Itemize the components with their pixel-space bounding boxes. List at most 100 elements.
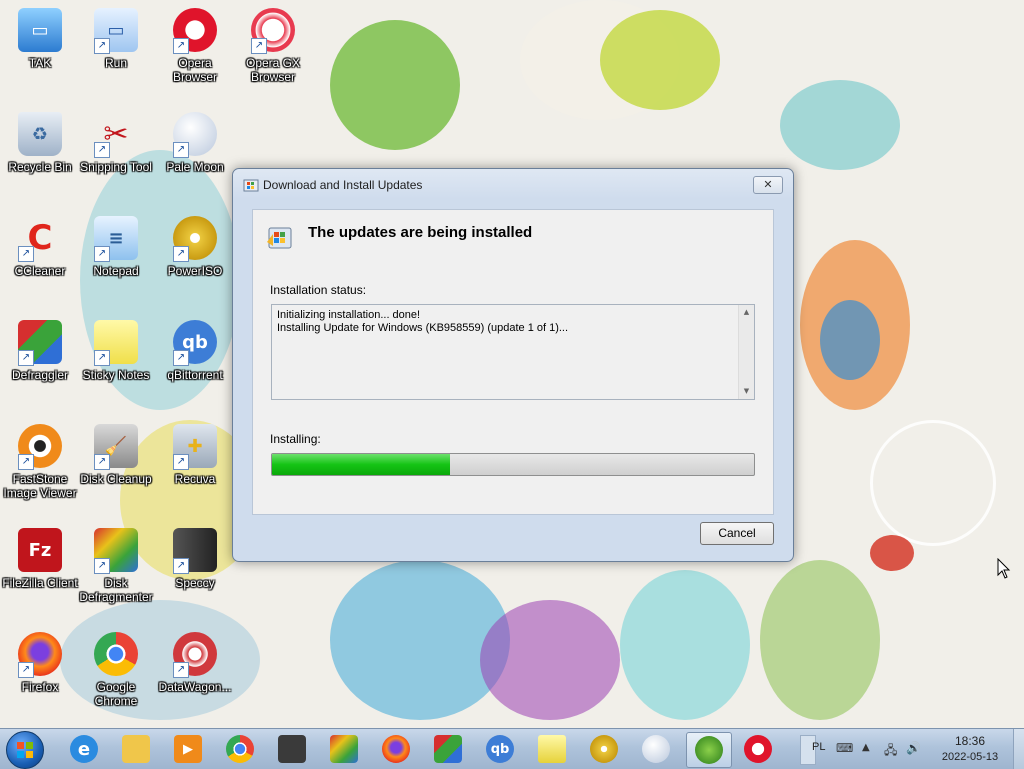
show-hidden-icons-icon[interactable]: ▲ (862, 742, 870, 753)
keyboard-icon[interactable]: ⌨ (836, 741, 853, 755)
shortcut-arrow-icon: ↗ (173, 350, 189, 366)
desktop-icon-google-chrome[interactable]: Google Chrome (78, 632, 154, 708)
filezilla-icon: Fz (18, 528, 62, 572)
windows-update-icon (243, 179, 259, 192)
desktop-icon-defraggler[interactable]: ↗ Defraggler (2, 320, 78, 382)
desktop-icon-sticky-notes[interactable]: ↗ Sticky Notes (78, 320, 154, 382)
scissors-icon: ✂ ↗ (94, 112, 138, 158)
datawagon-icon: ↗ (173, 632, 217, 678)
desktop-icon-run[interactable]: ▭ ↗ Run (78, 8, 154, 70)
desktop-icon-speccy[interactable]: ↗ Speccy (157, 528, 233, 590)
show-desktop-button[interactable] (1013, 729, 1024, 769)
taskbar-media-player[interactable]: ▶ (168, 732, 208, 766)
windows-update-icon (695, 736, 723, 764)
desktop-icon-opera-gx[interactable]: ↗ Opera GX Browser (235, 8, 311, 84)
taskbar-poweriso[interactable] (584, 732, 624, 766)
installation-status-box[interactable]: Initializing installation... done! Insta… (271, 304, 755, 400)
chrome-icon (94, 632, 138, 676)
network-icon[interactable]: 🖧 (884, 741, 897, 762)
sticky-notes-icon (538, 735, 566, 763)
speccy-icon: ↗ (173, 528, 217, 574)
language-indicator[interactable]: PL (812, 741, 825, 753)
desktop-icon-opera-browser[interactable]: ↗ Opera Browser (157, 8, 233, 84)
scroll-down-icon[interactable]: ▼ (739, 384, 754, 399)
shortcut-arrow-icon: ↗ (18, 454, 34, 470)
taskbar-chrome[interactable] (220, 732, 260, 766)
desktop-icon-disk-cleanup[interactable]: 🧹 ↗ Disk Cleanup (78, 424, 154, 486)
shortcut-arrow-icon: ↗ (173, 454, 189, 470)
desktop-icon-tak[interactable]: ▭ TAK (2, 8, 78, 70)
close-icon: ✕ (763, 178, 773, 191)
desktop-icon-notepad[interactable]: ≡ ↗ Notepad (78, 216, 154, 278)
desktop-icon-recycle-bin[interactable]: ♻ Recycle Bin (2, 112, 78, 174)
taskbar-speccy[interactable] (272, 732, 312, 766)
notepad-icon: ≡ ↗ (94, 216, 138, 262)
desktop-icon-qbittorrent[interactable]: qb ↗ qBittorrent (157, 320, 233, 382)
start-button[interactable] (6, 731, 44, 769)
dialog-titlebar[interactable]: Download and Install Updates ✕ (233, 169, 793, 201)
desktop-icon-firefox[interactable]: ↗ Firefox (2, 632, 78, 694)
shortcut-arrow-icon: ↗ (173, 142, 189, 158)
desktop-icon-poweriso[interactable]: ↗ PowerISO (157, 216, 233, 278)
recuva-icon: ✚ ↗ (173, 424, 217, 470)
taskbar: e ▶ qb PL ⌨ ▲ 🖧 🔊 18:36 2022-05-13 (0, 728, 1024, 769)
shortcut-arrow-icon: ↗ (94, 246, 110, 262)
disk-defragmenter-icon (330, 735, 358, 763)
volume-icon[interactable]: 🔊 (906, 741, 921, 755)
taskbar-qbittorrent[interactable]: qb (480, 732, 520, 766)
clock-time[interactable]: 18:36 (950, 734, 990, 748)
defraggler-icon (434, 735, 462, 763)
taskbar-pale-moon[interactable] (636, 732, 676, 766)
shortcut-arrow-icon: ↗ (173, 246, 189, 262)
taskbar-opera[interactable] (738, 732, 778, 766)
windows-logo-icon (17, 742, 33, 758)
desktop-icon-datawagon[interactable]: ↗ DataWagon... (157, 632, 233, 694)
desktop-icon-ccleaner[interactable]: C ↗ CCleaner (2, 216, 78, 278)
disk-defragmenter-icon: ↗ (94, 528, 138, 574)
taskbar-file-explorer[interactable] (116, 732, 156, 766)
taskbar-firefox[interactable] (376, 732, 416, 766)
dialog-content: The updates are being installed Installa… (252, 209, 774, 515)
poweriso-icon: ↗ (173, 216, 217, 262)
desktop-icon-filezilla[interactable]: Fz FileZilla Client (2, 528, 78, 590)
cancel-button[interactable]: Cancel (700, 522, 774, 545)
opera-icon: ↗ (173, 8, 217, 54)
shortcut-arrow-icon: ↗ (94, 142, 110, 158)
taskbar-sticky-notes[interactable] (532, 732, 572, 766)
eye-icon: ↗ (18, 424, 62, 470)
pale-moon-icon: ↗ (173, 112, 217, 158)
dialog-heading: The updates are being installed (308, 224, 533, 241)
shortcut-arrow-icon: ↗ (173, 662, 189, 678)
desktop-icon-disk-defragmenter[interactable]: ↗ Disk Defragmenter (78, 528, 154, 604)
qbittorrent-icon: qb (486, 735, 514, 763)
desktop-icon-snipping-tool[interactable]: ✂ ↗ Snipping Tool (78, 112, 154, 175)
desktop-icon-pale-moon[interactable]: ↗ Pale Moon (157, 112, 233, 174)
update-dialog: Download and Install Updates ✕ The updat… (232, 168, 794, 562)
taskbar-disk-defragmenter[interactable] (324, 732, 364, 766)
chrome-icon (226, 735, 254, 763)
close-button[interactable]: ✕ (753, 176, 783, 194)
desktop-icon-recuva[interactable]: ✚ ↗ Recuva (157, 424, 233, 486)
computer-icon: ▭ (18, 8, 62, 52)
sticky-notes-icon: ↗ (94, 320, 138, 366)
scroll-up-icon[interactable]: ▲ (739, 305, 754, 320)
clock-date[interactable]: 2022-05-13 (935, 751, 1005, 763)
status-line: Installing Update for Windows (KB958559)… (277, 322, 569, 334)
opera-gx-icon: ↗ (251, 8, 295, 54)
poweriso-icon (590, 735, 618, 763)
taskbar-internet-explorer[interactable]: e (64, 732, 104, 766)
taskbar-windows-update[interactable] (686, 732, 732, 768)
shortcut-arrow-icon: ↗ (94, 38, 110, 54)
desktop-icon-faststone[interactable]: ↗ FastStone Image Viewer (2, 424, 78, 500)
internet-explorer-icon: e (70, 735, 98, 763)
shortcut-arrow-icon: ↗ (94, 558, 110, 574)
ccleaner-icon: C ↗ (18, 216, 62, 262)
shortcut-arrow-icon: ↗ (251, 38, 267, 54)
installation-status-label: Installation status: (270, 283, 367, 297)
status-scrollbar[interactable]: ▲ ▼ (738, 305, 754, 399)
shortcut-arrow-icon: ↗ (94, 454, 110, 470)
media-player-icon: ▶ (174, 735, 202, 763)
status-line: Initializing installation... done! (277, 309, 421, 321)
taskbar-defraggler[interactable] (428, 732, 468, 766)
shortcut-arrow-icon: ↗ (94, 350, 110, 366)
